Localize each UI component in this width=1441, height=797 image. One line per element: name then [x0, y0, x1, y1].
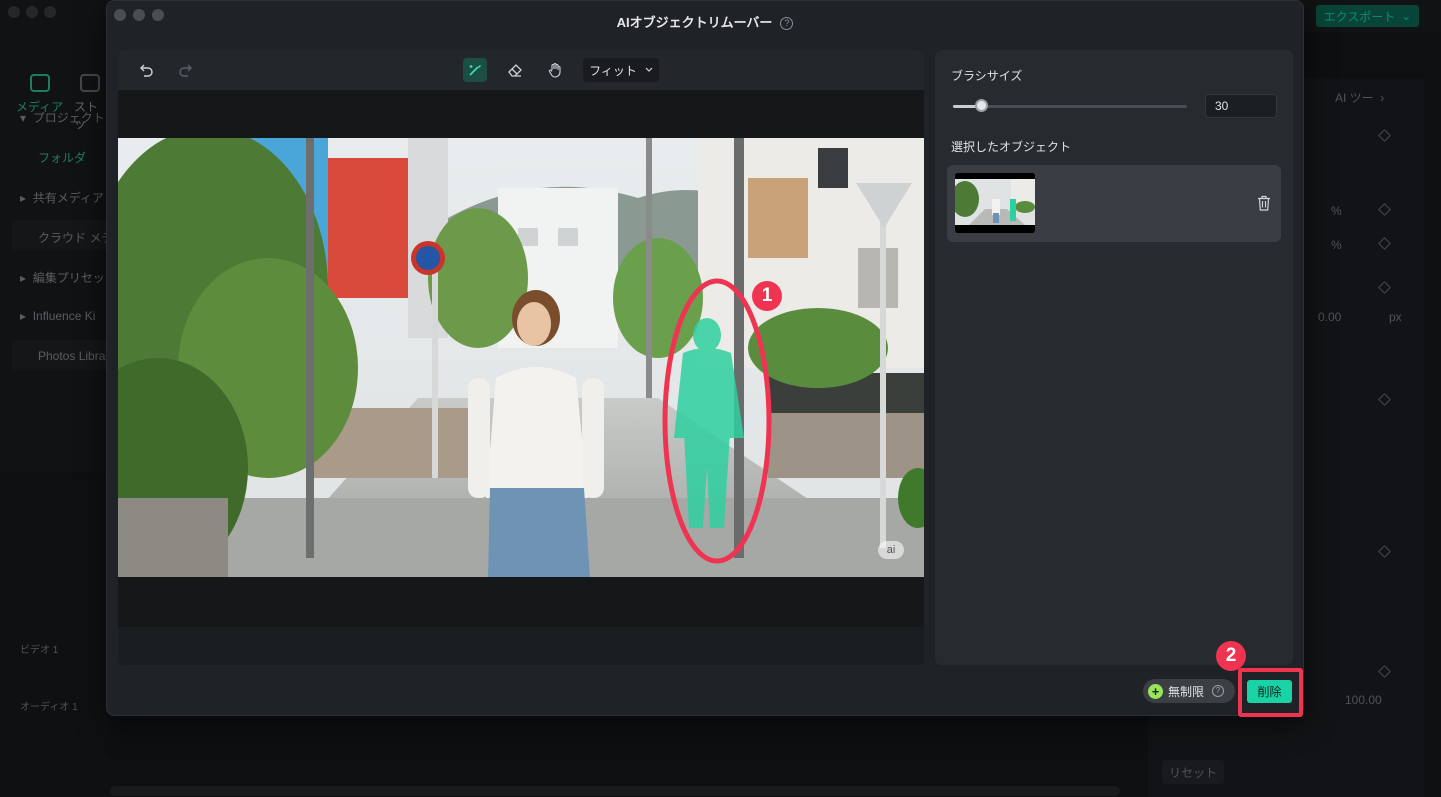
- dialog-title: AIオブジェクトリムーバー?: [107, 12, 1303, 31]
- selection-highlight-ellipse: [662, 278, 772, 564]
- brush-size-input[interactable]: 30: [1205, 94, 1277, 118]
- help-icon[interactable]: ?: [780, 17, 794, 30]
- ai-watermark-badge: ai: [878, 541, 904, 559]
- settings-panel: ブラシサイズ 30 選択したオブジェクト: [935, 50, 1293, 665]
- hand-tool-button[interactable]: [543, 58, 567, 82]
- editor-bottom-bar: [118, 627, 924, 665]
- magic-brush-button[interactable]: [463, 58, 487, 82]
- chevron-down-icon: [645, 67, 653, 72]
- zoom-fit-select[interactable]: フィット: [583, 58, 659, 82]
- ai-object-remover-dialog: AIオブジェクトリムーバー? フィット ai ブラシサイズ 30 選択したオブジ…: [106, 0, 1304, 716]
- brush-size-label: ブラシサイズ: [951, 69, 1023, 83]
- redo-button[interactable]: [174, 58, 198, 82]
- hand-icon: [548, 62, 561, 78]
- eraser-button[interactable]: [503, 58, 527, 82]
- unlimited-credits-badge[interactable]: + 無制限 ?: [1143, 679, 1235, 703]
- zoom-fit-label: フィット: [589, 63, 637, 78]
- undo-icon: [140, 64, 153, 77]
- redo-icon: [179, 64, 192, 77]
- unlimited-label: 無制限: [1168, 684, 1205, 699]
- dialog-title-text: AIオブジェクトリムーバー: [616, 15, 773, 30]
- step-badge-2: 2: [1216, 641, 1246, 671]
- photo-canvas[interactable]: ai: [118, 138, 924, 577]
- help-icon[interactable]: ?: [1212, 685, 1225, 697]
- delete-button[interactable]: 削除: [1247, 680, 1292, 703]
- image-editor: フィット ai: [118, 50, 924, 665]
- trash-icon[interactable]: [1257, 195, 1271, 211]
- selected-object-item[interactable]: [947, 165, 1281, 242]
- plus-circle-icon: +: [1148, 683, 1163, 699]
- editor-toolbar: フィット: [118, 50, 924, 90]
- brush-size-slider-knob[interactable]: [975, 99, 989, 112]
- brush-size-slider[interactable]: [953, 105, 1187, 108]
- magic-brush-icon: [469, 65, 481, 76]
- undo-button[interactable]: [134, 58, 158, 82]
- selected-objects-label: 選択したオブジェクト: [951, 140, 1072, 154]
- eraser-icon: [508, 64, 522, 77]
- selected-object-thumbnail: [955, 173, 1035, 233]
- step-badge-1: 1: [752, 281, 782, 311]
